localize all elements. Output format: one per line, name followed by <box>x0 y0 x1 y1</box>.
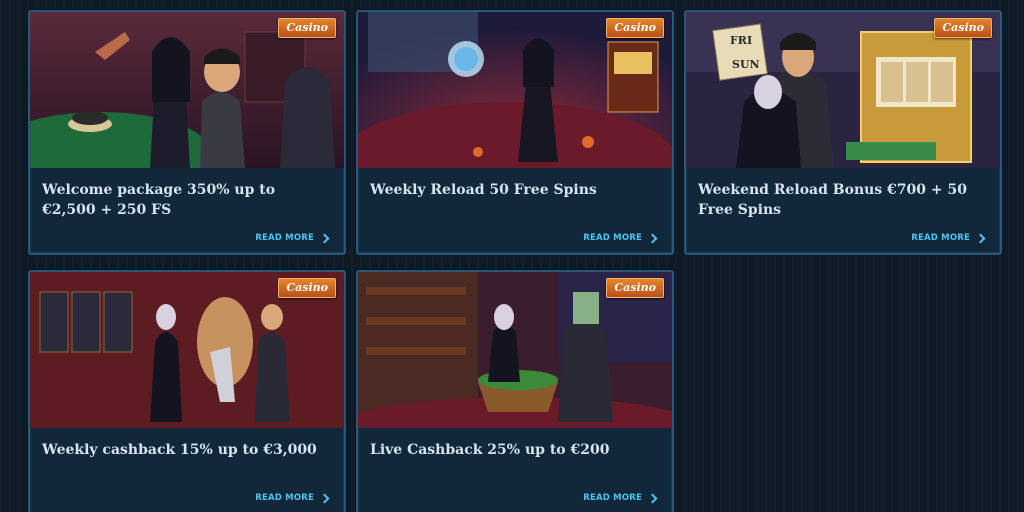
promo-card-weekend-reload[interactable]: FRI SUN Casino Weekend Reload Bonus €700… <box>684 10 1002 255</box>
read-more-link[interactable]: READ MORE <box>583 233 658 243</box>
read-more-link[interactable]: READ MORE <box>255 233 330 243</box>
category-badge: Casino <box>606 278 664 298</box>
read-more-label: READ MORE <box>583 233 642 243</box>
sign-text-fri: FRI <box>730 34 752 47</box>
chevron-right-icon <box>647 233 658 243</box>
read-more-link[interactable]: READ MORE <box>911 233 986 243</box>
chevron-right-icon <box>975 233 986 243</box>
read-more-link[interactable]: READ MORE <box>255 493 330 503</box>
promo-title: Live Cashback 25% up to €200 <box>370 442 610 458</box>
read-more-label: READ MORE <box>255 493 314 503</box>
category-badge: Casino <box>606 18 664 38</box>
read-more-link[interactable]: READ MORE <box>583 493 658 503</box>
read-more-label: READ MORE <box>583 493 642 503</box>
promotions-grid: Casino Welcome package 350% up to €2,500… <box>0 0 1024 512</box>
read-more-label: READ MORE <box>911 233 970 243</box>
read-more-label: READ MORE <box>255 233 314 243</box>
chevron-right-icon <box>647 493 658 503</box>
promo-card-welcome[interactable]: Casino Welcome package 350% up to €2,500… <box>28 10 346 255</box>
category-badge: Casino <box>278 278 336 298</box>
sign-text-sun: SUN <box>732 58 760 71</box>
promo-card-weekly-reload[interactable]: Casino Weekly Reload 50 Free Spins READ … <box>356 10 674 255</box>
chevron-right-icon <box>319 233 330 243</box>
category-badge: Casino <box>934 18 992 38</box>
chevron-right-icon <box>319 493 330 503</box>
category-badge: Casino <box>278 18 336 38</box>
promo-title: Weekly cashback 15% up to €3,000 <box>42 442 317 458</box>
promo-card-live-cashback[interactable]: Casino Live Cashback 25% up to €200 READ… <box>356 270 674 512</box>
promo-title: Weekend Reload Bonus €700 + 50 Free Spin… <box>698 182 967 218</box>
promo-title: Weekly Reload 50 Free Spins <box>370 182 597 198</box>
promo-card-weekly-cashback[interactable]: Casino Weekly cashback 15% up to €3,000 … <box>28 270 346 512</box>
promo-title: Welcome package 350% up to €2,500 + 250 … <box>42 182 276 218</box>
